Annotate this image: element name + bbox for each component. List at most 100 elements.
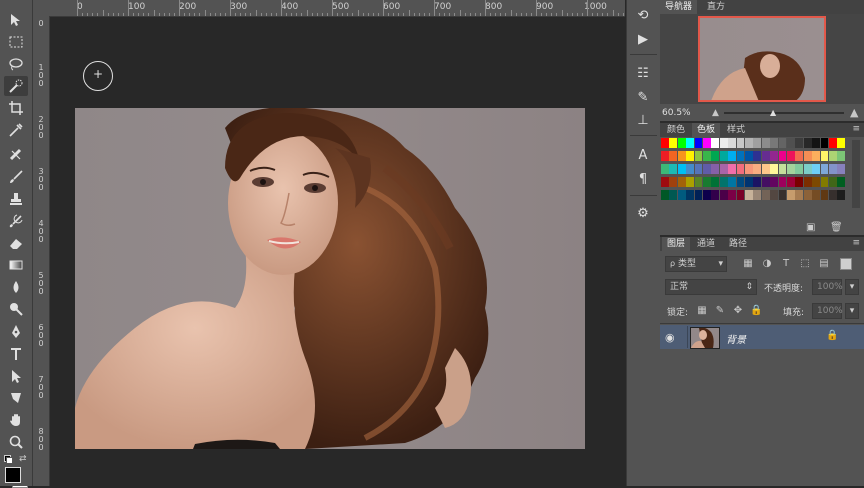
healing-brush-tool-icon[interactable] [4, 145, 28, 165]
color-swatch[interactable] [669, 177, 678, 187]
color-swatch[interactable] [703, 190, 711, 200]
color-swatch[interactable] [686, 177, 694, 187]
crop-tool-icon[interactable] [4, 98, 28, 118]
tab-paths[interactable]: 路径 [724, 237, 752, 251]
marquee-tool-icon[interactable] [4, 32, 28, 52]
color-swatch[interactable] [669, 190, 678, 200]
color-swatch[interactable] [728, 190, 736, 200]
color-swatch[interactable] [728, 164, 736, 174]
color-swatch[interactable] [703, 164, 711, 174]
brush-presets-icon[interactable]: ✎ [633, 87, 653, 107]
shape-tool-icon[interactable] [4, 388, 28, 408]
color-swatch[interactable] [829, 138, 837, 148]
color-swatch[interactable] [803, 164, 812, 174]
visibility-eye-icon[interactable]: ◉ [665, 331, 675, 344]
color-swatch[interactable] [770, 164, 778, 174]
tab-navigator[interactable]: 导航器 [660, 0, 698, 14]
swatches-scrollbar[interactable] [852, 140, 860, 208]
swap-colors-icon[interactable]: ⇄ [19, 454, 27, 464]
color-swatch[interactable] [694, 164, 703, 174]
color-swatch[interactable] [703, 151, 711, 161]
color-swatch[interactable] [661, 164, 669, 174]
color-swatch[interactable] [694, 138, 703, 148]
color-swatch[interactable] [703, 138, 711, 148]
fill-input[interactable]: 100% [812, 303, 843, 319]
color-swatch[interactable] [770, 151, 778, 161]
eraser-tool-icon[interactable] [4, 233, 28, 253]
clone-source-icon[interactable]: ⊥ [633, 110, 653, 130]
color-swatch[interactable] [787, 177, 795, 187]
color-swatch[interactable] [829, 151, 837, 161]
lasso-tool-icon[interactable] [4, 54, 28, 74]
color-swatch[interactable] [829, 190, 837, 200]
tab-swatches[interactable]: 色板 [692, 123, 721, 137]
panel-menu-icon[interactable]: ≡ [852, 238, 860, 248]
color-swatch[interactable] [837, 151, 846, 161]
color-swatch[interactable] [677, 190, 686, 200]
paragraph-panel-icon[interactable]: ¶ [633, 169, 653, 189]
color-swatch[interactable] [761, 138, 770, 148]
panel-menu-icon[interactable]: ≡ [852, 124, 860, 134]
color-swatch[interactable] [686, 138, 694, 148]
color-swatch[interactable] [686, 190, 694, 200]
color-swatch[interactable] [677, 164, 686, 174]
path-selection-tool-icon[interactable] [4, 366, 28, 386]
color-swatch[interactable] [728, 138, 736, 148]
zoom-tool-icon[interactable] [4, 432, 28, 452]
new-swatch-icon[interactable]: ▣ [806, 222, 815, 233]
color-swatch[interactable] [669, 138, 678, 148]
color-swatch[interactable] [812, 151, 820, 161]
color-swatch[interactable] [778, 177, 787, 187]
filter-pixel-icon[interactable]: ▦ [742, 258, 754, 270]
color-swatch[interactable] [787, 138, 795, 148]
tab-layers[interactable]: 图层 [662, 237, 691, 251]
zoom-level[interactable]: 60.5% [662, 108, 691, 118]
color-swatch[interactable] [711, 164, 720, 174]
delete-swatch-icon[interactable]: 🗑 [830, 222, 843, 233]
opacity-input[interactable]: 100% [812, 279, 843, 295]
color-swatch[interactable] [795, 151, 804, 161]
color-swatch[interactable] [761, 190, 770, 200]
color-swatch[interactable] [728, 177, 736, 187]
color-swatch[interactable] [661, 190, 669, 200]
color-swatch[interactable] [745, 138, 753, 148]
color-swatch[interactable] [829, 177, 837, 187]
color-swatch[interactable] [787, 190, 795, 200]
hand-tool-icon[interactable] [4, 410, 28, 430]
navigator-view-box[interactable] [698, 16, 826, 102]
color-swatch[interactable] [795, 138, 804, 148]
color-swatch[interactable] [761, 164, 770, 174]
color-swatch[interactable] [770, 177, 778, 187]
opacity-dropdown-icon[interactable]: ▾ [845, 279, 859, 295]
color-swatch[interactable] [837, 177, 846, 187]
lock-all-icon[interactable]: 🔒 [750, 305, 762, 317]
color-swatch[interactable] [736, 151, 745, 161]
color-swatch[interactable] [787, 164, 795, 174]
color-swatch[interactable] [812, 138, 820, 148]
color-swatch[interactable] [719, 177, 728, 187]
color-swatch[interactable] [694, 190, 703, 200]
history-brush-tool-icon[interactable] [4, 211, 28, 231]
color-swatch[interactable] [677, 138, 686, 148]
color-swatch[interactable] [787, 151, 795, 161]
blur-tool-icon[interactable] [4, 277, 28, 297]
lock-pixels-icon[interactable]: ✎ [714, 305, 726, 317]
layer-row-background[interactable]: ◉ 背景 🔒 [660, 325, 864, 349]
lock-transparent-icon[interactable]: ▦ [696, 305, 708, 317]
color-swatch[interactable] [753, 177, 762, 187]
type-tool-icon[interactable] [4, 344, 28, 364]
dodge-tool-icon[interactable] [4, 299, 28, 319]
filter-adjustment-icon[interactable]: ◑ [761, 258, 773, 270]
color-swatch[interactable] [820, 177, 829, 187]
pen-tool-icon[interactable] [4, 322, 28, 342]
color-swatch[interactable] [745, 190, 753, 200]
color-swatch[interactable] [719, 138, 728, 148]
color-swatch[interactable] [770, 138, 778, 148]
color-swatch[interactable] [778, 151, 787, 161]
color-swatch[interactable] [820, 138, 829, 148]
color-swatch[interactable] [795, 177, 804, 187]
color-swatch[interactable] [753, 138, 762, 148]
zoom-in-icon[interactable]: ▲ [850, 106, 858, 119]
blend-mode-select[interactable]: 正常 ⇕ [665, 279, 757, 295]
color-swatch[interactable] [669, 164, 678, 174]
